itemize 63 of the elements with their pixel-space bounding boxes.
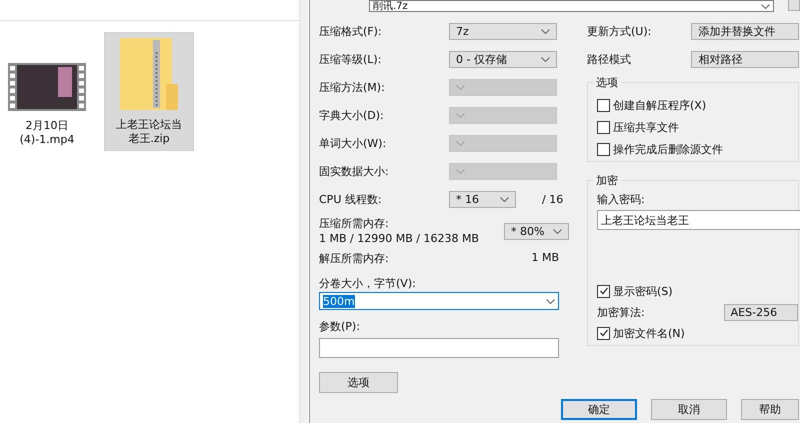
- archive-name-field[interactable]: 削讯.7z: [369, 0, 774, 12]
- setting-label: 单词大小(W):: [319, 136, 388, 150]
- checkbox-label: 压缩共享文件: [613, 120, 679, 134]
- memory-value: 1 MB: [531, 251, 559, 266]
- setting-label: 参数(P):: [319, 319, 361, 334]
- chevron-down-icon: [500, 196, 509, 202]
- setting-label: 压缩方法(M):: [319, 80, 386, 94]
- checkbox[interactable]: [597, 326, 610, 340]
- dialog-button[interactable]: 确定: [561, 399, 637, 420]
- file-name: 2月10日 (4)-1.mp4: [18, 119, 76, 147]
- password-field[interactable]: 上老王论坛当老王: [597, 210, 800, 230]
- setting-label: 分卷大小，字节(V):: [319, 276, 417, 291]
- setting-label: 字典大小(D):: [319, 108, 385, 122]
- setting-label: 固实数据大小:: [319, 164, 390, 178]
- setting-label: 解压所需内存:: [319, 251, 389, 267]
- setting-label: 压缩所需内存:: [319, 216, 390, 231]
- dropdown[interactable]: * 16: [449, 190, 516, 208]
- chevron-down-icon: [553, 228, 562, 234]
- checkbox-label: 操作完成后删除源文件: [613, 142, 723, 156]
- dialog-button[interactable]: 帮助: [741, 399, 799, 420]
- setting-label: 加密算法:: [597, 304, 646, 320]
- setting-label: 压缩格式(F):: [319, 24, 383, 38]
- scrollbar[interactable]: [299, 0, 308, 423]
- chevron-down-icon: [546, 298, 555, 304]
- dropdown[interactable]: 7z: [449, 22, 557, 40]
- parameters-field[interactable]: [319, 338, 559, 358]
- chevron-down-icon: [541, 56, 550, 62]
- group-title: 选项: [593, 75, 621, 90]
- checkbox-label: 创建自解压程序(X): [613, 98, 706, 112]
- dropdown[interactable]: AES-256: [724, 304, 798, 320]
- thread-max: / 16: [542, 192, 564, 206]
- chevron-down-icon: [541, 28, 550, 34]
- chevron-down-icon: [456, 112, 465, 118]
- file-item[interactable]: 2月10日 (4)-1.mp4: [2, 32, 92, 152]
- volume-size-field[interactable]: 500m: [319, 292, 559, 310]
- dropdown[interactable]: 0 - 仅存储: [449, 50, 557, 68]
- field-value: 500m: [323, 294, 355, 308]
- group-title: 加密: [593, 173, 621, 188]
- setting-label: 路径模式: [587, 52, 632, 66]
- dialog-button[interactable]: 取消: [651, 399, 727, 420]
- checkbox-label: 加密文件名(N): [613, 326, 685, 340]
- chevron-down-icon: [761, 4, 770, 8]
- setting-label: 更新方式(U):: [587, 24, 652, 38]
- dropdown[interactable]: 添加并替换文件: [691, 22, 799, 40]
- browse-button[interactable]: [788, 0, 800, 11]
- setting-label: CPU 线程数:: [319, 192, 383, 206]
- dropdown[interactable]: * 80%: [504, 222, 569, 240]
- checkbox-label: 显示密码(S): [613, 284, 673, 298]
- checkbox[interactable]: [597, 98, 610, 112]
- file-item[interactable]: 上老王论坛当老王.zip: [104, 32, 194, 151]
- options-button[interactable]: 选项: [319, 372, 398, 393]
- zip-folder-icon: [120, 38, 178, 110]
- checkbox[interactable]: [597, 120, 610, 134]
- memory-detail: 1 MB / 12990 MB / 16238 MB: [319, 231, 479, 246]
- dropdown[interactable]: 相对路径: [691, 50, 799, 68]
- chevron-down-icon: [456, 168, 465, 174]
- password-label: 输入密码:: [597, 192, 646, 207]
- checkbox[interactable]: [597, 142, 610, 156]
- chevron-down-icon: [456, 140, 465, 146]
- chevron-down-icon: [456, 84, 465, 90]
- file-name: 上老王论坛当老王.zip: [115, 118, 183, 146]
- checkbox[interactable]: [597, 284, 610, 298]
- setting-label: 压缩等级(L):: [319, 52, 382, 66]
